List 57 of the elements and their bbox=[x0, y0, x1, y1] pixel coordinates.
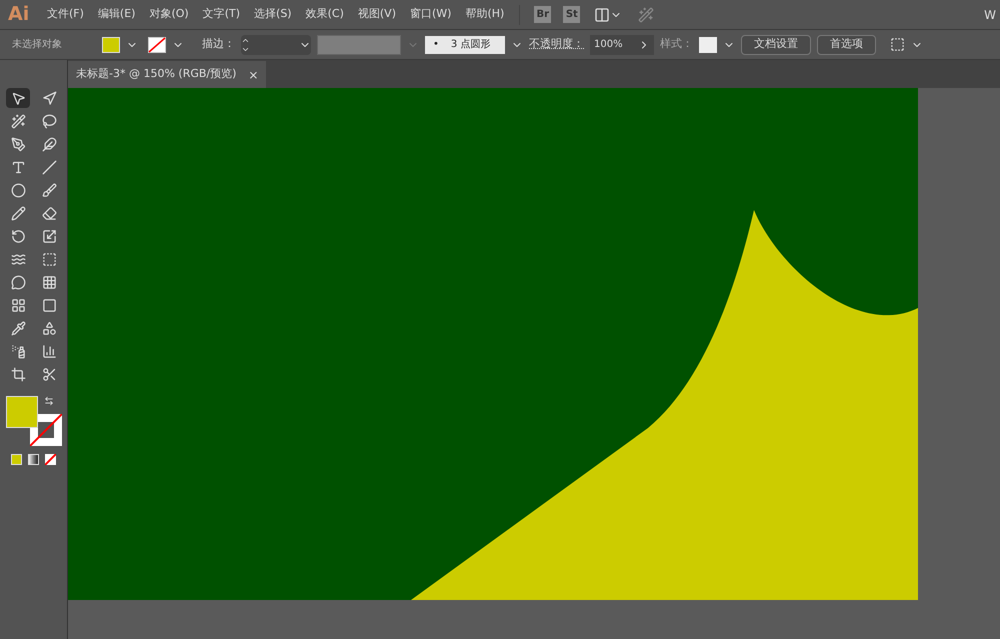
arrange-icon[interactable] bbox=[890, 37, 905, 52]
transform-icon bbox=[42, 252, 57, 266]
line-icon bbox=[42, 160, 57, 174]
menu-item[interactable]: 视图(V) bbox=[350, 6, 403, 23]
pencil-icon bbox=[10, 206, 26, 220]
opacity-field[interactable]: 100% bbox=[590, 34, 654, 54]
toolbar-button[interactable]: 首选项 bbox=[817, 34, 876, 54]
layout-icon[interactable] bbox=[594, 6, 610, 22]
arrow-tool[interactable] bbox=[6, 88, 30, 108]
eyedropper-icon bbox=[10, 320, 26, 336]
scale-icon bbox=[42, 228, 57, 244]
color-mode-button[interactable] bbox=[11, 454, 22, 465]
app-badge[interactable]: Br bbox=[534, 6, 552, 23]
document-tab[interactable]: 未标题-3* @ 150% (RGB/预览) × bbox=[68, 61, 266, 88]
none-mode-button[interactable] bbox=[45, 454, 56, 465]
eraser-icon bbox=[42, 206, 57, 220]
brush-icon bbox=[42, 182, 57, 198]
arrow-icon bbox=[10, 90, 26, 106]
blend-icon bbox=[42, 320, 57, 336]
pen-icon bbox=[10, 136, 26, 152]
swap-icon[interactable] bbox=[44, 396, 54, 406]
warp-icon bbox=[10, 252, 26, 266]
text-icon bbox=[10, 160, 26, 174]
brush-field[interactable]: • 3 点圆形 bbox=[425, 36, 505, 54]
wand-icon bbox=[10, 114, 26, 128]
close-icon[interactable]: × bbox=[248, 66, 258, 84]
menu-item[interactable]: 编辑(E) bbox=[90, 6, 142, 23]
variable-width-field[interactable] bbox=[317, 34, 401, 54]
spray-icon bbox=[10, 344, 26, 358]
fill-swatch[interactable] bbox=[102, 36, 120, 52]
app-logo: Ai bbox=[7, 2, 30, 28]
stroke-weight-field[interactable] bbox=[241, 34, 311, 54]
menu-item[interactable]: 选择(S) bbox=[247, 6, 299, 23]
bar-chart-icon bbox=[42, 344, 57, 358]
workspace-label[interactable]: W bbox=[984, 6, 1000, 24]
menu-item[interactable]: 文件(F) bbox=[40, 6, 91, 23]
ellipse-icon bbox=[10, 182, 26, 198]
menu-item[interactable]: 帮助(H) bbox=[458, 6, 512, 23]
slice-icon bbox=[42, 366, 57, 382]
fill-color-swatch[interactable] bbox=[6, 396, 38, 428]
stroke-label: 描边： bbox=[202, 36, 235, 52]
style-swatch[interactable] bbox=[699, 36, 717, 52]
app-badge[interactable]: St bbox=[563, 6, 580, 23]
menu-item[interactable]: 文字(T) bbox=[196, 6, 248, 23]
menu-item[interactable]: 效果(C) bbox=[298, 6, 351, 23]
style-label: 样式： bbox=[660, 36, 693, 52]
lasso-icon bbox=[42, 114, 57, 128]
menu-item[interactable]: 窗口(W) bbox=[402, 6, 458, 23]
gradient-mode-button[interactable] bbox=[28, 454, 39, 465]
curved-pen-icon bbox=[42, 136, 57, 152]
toolbar-button[interactable]: 文档设置 bbox=[741, 34, 811, 54]
menu-item[interactable]: 对象(O) bbox=[142, 6, 196, 23]
perspective-grid-icon bbox=[42, 274, 57, 290]
selection-status: 未选择对象 bbox=[11, 38, 63, 52]
opacity-label[interactable]: 不透明度： bbox=[529, 36, 584, 53]
rotate-icon bbox=[10, 228, 26, 244]
stroke-none-swatch[interactable] bbox=[148, 36, 166, 52]
